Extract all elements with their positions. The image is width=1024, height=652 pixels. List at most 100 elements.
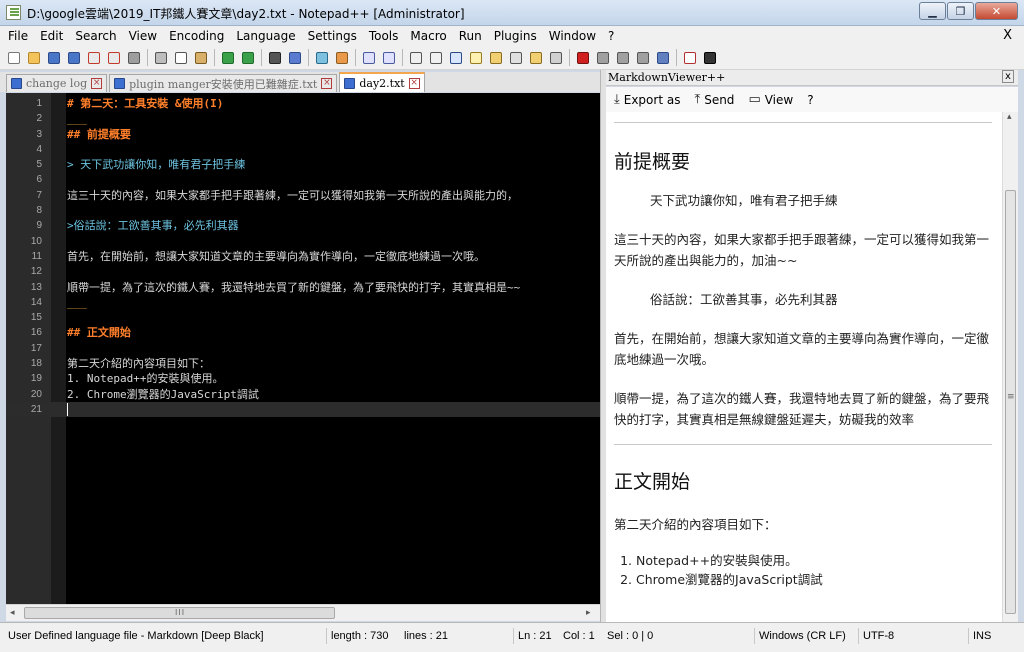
editor-line[interactable]: 15 [6,310,600,325]
menu-window[interactable]: Window [549,29,596,43]
close-window-button[interactable]: ✕ [975,2,1018,20]
redo-icon-glyph [242,52,254,64]
editor-lines[interactable]: 1 # 第二天：工具安裝 &使用(I) 2 ___ 3 ## 前提概要 4 5 > 天下武功讓你… [6,96,600,418]
zoom-out-icon[interactable] [333,49,350,66]
open-icon[interactable] [25,49,42,66]
doc-map-icon[interactable] [487,49,504,66]
text-editor[interactable]: 1 # 第二天：工具安裝 &使用(I) 2 ___ 3 ## 前提概要 4 5 > 天下武功讓你… [6,93,600,604]
indent-guide-icon[interactable] [447,49,464,66]
menu-encoding[interactable]: Encoding [169,29,224,43]
new-icon[interactable] [5,49,22,66]
editor-line[interactable]: 18 第二天介紹的內容項目如下： [6,356,600,371]
maximize-button[interactable]: ❐ [947,2,974,20]
sync-vertical-icon[interactable] [360,49,377,66]
monitor-icon[interactable] [547,49,564,66]
save-macro-icon[interactable] [654,49,671,66]
export-as-button[interactable]: ⤓ Export as [614,92,680,107]
stop-macro-icon[interactable] [594,49,611,66]
line-text: ## 正文開始 [67,326,131,340]
scrollbar-thumb[interactable] [1005,190,1016,614]
replace-icon[interactable] [286,49,303,66]
sync-horizontal-icon[interactable] [380,49,397,66]
send-button[interactable]: ⤒ Send [694,92,734,107]
notepad-app-icon[interactable] [6,5,21,20]
paste-icon[interactable] [192,49,209,66]
line-number: 21 [30,403,42,415]
menu-run[interactable]: Run [459,29,482,43]
function-list-icon[interactable] [507,49,524,66]
menu-plugins[interactable]: Plugins [494,29,537,43]
menu-language[interactable]: Language [236,29,295,43]
tab-day2[interactable]: day2.txt × [339,72,425,92]
tab-label: change log [26,77,88,90]
editor-line[interactable]: 8 [6,203,600,218]
heading-prerequisites: 前提概要 [614,151,691,173]
record-macro-icon[interactable] [574,49,591,66]
menu-search[interactable]: Search [75,29,116,43]
editor-line[interactable]: 2 ___ [6,111,600,126]
view-button[interactable]: ▭ View [748,92,793,107]
editor-line[interactable]: 19 1. Notepad++的安裝與使用。 [6,371,600,386]
editor-line[interactable]: 5 > 天下武功讓你知，唯有君子把手練 [6,157,600,172]
scroll-right-icon[interactable]: ▸ [586,608,591,618]
minimize-button[interactable]: ▁ [919,2,946,20]
close-all-icon[interactable] [105,49,122,66]
paste-icon-glyph [195,52,207,64]
tab-close-icon[interactable]: × [408,77,420,89]
folder-workspace-icon[interactable] [527,49,544,66]
close-panel-button[interactable]: x [1002,70,1014,83]
close-icon[interactable] [85,49,102,66]
close-document-x[interactable]: X [1003,28,1012,43]
menu-file[interactable]: File [8,29,28,43]
editor-line[interactable]: 1 # 第二天：工具安裝 &使用(I) [6,96,600,111]
tab-plugin-manger[interactable]: plugin manger安裝使用已難雜症.txt × [109,74,338,92]
undo-icon[interactable] [219,49,236,66]
cut-icon[interactable] [152,49,169,66]
tab-change-log[interactable]: change log × [6,74,108,92]
help-button[interactable]: ? [807,93,813,107]
editor-line[interactable]: 3 ## 前提概要 [6,127,600,142]
editor-line[interactable]: 4 [6,142,600,157]
menu-help[interactable]: ? [608,29,614,43]
preview-vertical-scrollbar[interactable]: ▴ ≡ [1002,112,1018,622]
udl-icon[interactable] [467,49,484,66]
editor-horizontal-scrollbar[interactable]: ◂ III ▸ [6,604,600,621]
editor-line[interactable]: 10 [6,234,600,249]
editor-line[interactable]: 12 [6,264,600,279]
editor-line[interactable]: 17 [6,341,600,356]
menu-view[interactable]: View [129,29,157,43]
markdown-preview[interactable]: 前提概要 天下武功讓你知，唯有君子把手練 這三十天的內容，如果大家都手把手跟著練… [606,112,1002,622]
save-all-icon[interactable] [65,49,82,66]
editor-line[interactable]: 9 >俗話說：工欲善其事，必先利其器 [6,218,600,233]
menu-macro[interactable]: Macro [410,29,446,43]
scroll-left-icon[interactable]: ◂ [10,608,15,618]
word-wrap-icon[interactable] [407,49,424,66]
menu-tools[interactable]: Tools [369,29,399,43]
menu-edit[interactable]: Edit [40,29,63,43]
redo-icon[interactable] [239,49,256,66]
editor-line[interactable]: 20 2. Chrome瀏覽器的JavaScript調試 [6,387,600,402]
print-icon[interactable] [125,49,142,66]
play-multiple-icon[interactable] [634,49,651,66]
markdown-viewer-icon[interactable] [701,49,718,66]
editor-line[interactable]: 14 ___ [6,295,600,310]
editor-line[interactable]: 13 順帶一提，為了這次的鐵人賽，我還特地去買了新的鍵盤，為了要飛快的打字，其實真… [6,280,600,295]
line-number: 18 [30,358,42,370]
all-chars-icon[interactable] [427,49,444,66]
editor-line[interactable]: 21 [6,401,600,418]
zoom-in-icon[interactable] [313,49,330,66]
find-icon[interactable] [266,49,283,66]
editor-line[interactable]: 16 ## 正文開始 [6,325,600,340]
tab-close-icon[interactable]: × [91,78,103,89]
scroll-up-icon[interactable]: ▴ [1007,112,1012,122]
editor-line[interactable]: 11 首先，在開始前，想讓大家知道文章的主要導向為實作導向，一定徹底地練過一次哦。 [6,249,600,264]
spell-check-icon[interactable] [681,49,698,66]
save-icon[interactable] [45,49,62,66]
menu-settings[interactable]: Settings [308,29,357,43]
line-text: > 天下武功讓你知，唯有君子把手練 [67,158,246,172]
editor-line[interactable]: 7 這三十天的內容，如果大家都手把手跟著練，一定可以獲得如我第一天所說的產出與能力… [6,188,600,203]
copy-icon[interactable] [172,49,189,66]
tab-close-icon[interactable]: × [321,78,333,89]
editor-line[interactable]: 6 [6,172,600,187]
play-macro-icon[interactable] [614,49,631,66]
